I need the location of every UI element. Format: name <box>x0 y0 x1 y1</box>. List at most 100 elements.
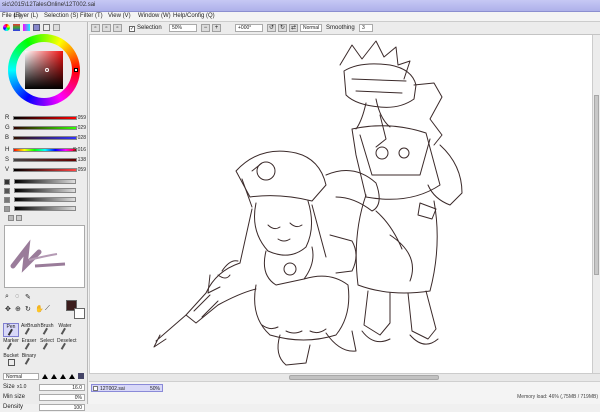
saturation-track[interactable] <box>13 158 77 162</box>
mixer-bar-2[interactable] <box>14 188 76 193</box>
memory-status: Memory load: 46% (,75MB / 719MB) <box>517 394 598 400</box>
open-icon[interactable]: ▫ <box>102 24 111 32</box>
tool-binary[interactable]: Binary <box>21 353 37 368</box>
document-tab-zoom: 50% <box>149 386 160 392</box>
new-icon[interactable]: ▫ <box>91 24 100 32</box>
mixer-swatch-2[interactable] <box>4 188 10 194</box>
move-icon[interactable]: ✥ <box>5 305 11 313</box>
blend-mode-toolbar-select[interactable]: Normal <box>300 24 322 32</box>
brush-shape-hard-icon[interactable] <box>60 374 66 379</box>
hsv-slider-tab-icon[interactable] <box>23 24 30 31</box>
blue-slider[interactable]: B 028 <box>5 135 88 143</box>
select-icon <box>42 342 53 353</box>
vertical-scrollbar[interactable] <box>592 35 600 373</box>
magnifier-icon[interactable]: ⌕ <box>5 293 9 301</box>
tool-eraser[interactable]: Eraser <box>21 338 37 353</box>
mixer-bar-4[interactable] <box>14 206 76 211</box>
hue-track[interactable] <box>13 148 77 152</box>
zoom-out-button[interactable]: − <box>201 24 210 32</box>
size-value[interactable]: 16.0 <box>39 384 85 391</box>
blue-track[interactable] <box>13 136 77 140</box>
left-panel: R 059 G 029 B 028 H S:016 S 138 V 059 ⌕ … <box>0 22 88 411</box>
secondary-color-swatch[interactable] <box>74 308 85 319</box>
min-size-value[interactable]: 0% <box>39 394 85 401</box>
drawing-canvas[interactable] <box>89 35 600 374</box>
rotate-right-button[interactable]: ↻ <box>278 24 287 32</box>
mixer-swatch-4[interactable] <box>4 206 10 212</box>
rgb-slider-tab-icon[interactable] <box>13 24 20 31</box>
scratchpad-tab-icon[interactable] <box>43 24 50 31</box>
zoom-select[interactable]: 50% <box>169 24 197 32</box>
tool-brush[interactable]: Brush <box>39 323 55 338</box>
swatches-tab-icon[interactable] <box>33 24 40 31</box>
red-track[interactable] <box>13 116 77 120</box>
mixer-swatch-6[interactable] <box>16 215 22 221</box>
saturation-slider[interactable]: S 138 <box>5 157 88 165</box>
rotation-field[interactable]: +000° <box>235 24 263 32</box>
density-value[interactable]: 100 <box>39 404 85 411</box>
zoom-icon[interactable]: ⊕ <box>15 305 21 313</box>
zoom-in-button[interactable]: + <box>212 24 221 32</box>
vertical-scroll-thumb[interactable] <box>594 95 599 275</box>
smoothing-label: Smoothing <box>326 25 355 31</box>
mixer-bar-1[interactable] <box>14 179 76 184</box>
deselect-icon <box>60 342 71 353</box>
lasso-icon[interactable]: ◌ <box>15 293 19 300</box>
document-tab[interactable]: 12T002.sai 50% <box>91 384 163 392</box>
value-track[interactable] <box>13 168 77 172</box>
saturation-value-square[interactable] <box>25 51 63 89</box>
horizontal-scroll-thumb[interactable] <box>289 375 439 380</box>
menu-selection[interactable]: Selection (S) <box>44 13 78 19</box>
smoothing-select[interactable]: 3 <box>359 24 373 32</box>
flip-button[interactable]: ⇄ <box>289 24 298 32</box>
eyedropper-icon[interactable]: ⟋ <box>45 305 50 313</box>
mixer-swatch-3[interactable] <box>4 197 10 203</box>
menu-layer[interactable]: Layer (L) <box>14 13 38 19</box>
brush-shape-flat-icon[interactable] <box>69 374 75 379</box>
value-value: 059 <box>77 167 86 173</box>
scratchpad[interactable] <box>4 225 85 288</box>
value-slider[interactable]: V 059 <box>5 167 88 175</box>
mixer-swatch-5[interactable] <box>8 215 14 221</box>
menu-help-config[interactable]: Help/Config (Q) <box>173 13 215 19</box>
selection-checkbox[interactable]: ✓ <box>129 26 135 32</box>
color-wheel-tab-icon[interactable] <box>3 24 10 31</box>
document-tab-name: 12T002.sai <box>100 386 125 392</box>
document-icon <box>93 386 98 391</box>
airbrush-icon <box>24 327 35 338</box>
green-track[interactable] <box>13 126 77 130</box>
color-picker-cursor[interactable] <box>45 68 49 72</box>
tool-water[interactable]: Water <box>57 323 73 338</box>
rotate-left-button[interactable]: ↺ <box>267 24 276 32</box>
mixer-bar-3[interactable] <box>14 197 76 202</box>
mixer-tab-icon[interactable] <box>53 24 60 31</box>
tool-marker[interactable]: Marker <box>3 338 19 353</box>
save-icon[interactable]: ▫ <box>113 24 122 32</box>
horizontal-scrollbar[interactable] <box>89 373 600 381</box>
tool-pen[interactable]: Pen <box>3 323 19 339</box>
brush-shape-soft-icon[interactable] <box>51 374 57 379</box>
menu-view[interactable]: View (V) <box>108 13 131 19</box>
tool-select[interactable]: Select <box>39 338 55 353</box>
selection-toggle[interactable]: ✓ Selection <box>129 25 162 32</box>
brush-shape-round-icon[interactable] <box>42 374 48 379</box>
water-icon <box>60 327 71 338</box>
size-multiplier[interactable]: x1.0 <box>17 384 26 390</box>
green-slider[interactable]: G 029 <box>5 125 88 133</box>
blend-mode-select[interactable]: Normal <box>3 373 39 380</box>
hue-marker[interactable] <box>74 68 78 72</box>
scratchpad-strokes <box>10 239 66 273</box>
red-slider[interactable]: R 059 <box>5 115 88 123</box>
menu-filter[interactable]: Filter (T) <box>80 13 103 19</box>
menu-window[interactable]: Window (W) <box>138 13 171 19</box>
magic-wand-icon[interactable]: ✎ <box>25 293 31 301</box>
tool-airbrush[interactable]: AirBrush <box>21 323 40 338</box>
mixer-swatch-1[interactable] <box>4 179 10 185</box>
tool-deselect[interactable]: Deselect <box>57 338 76 353</box>
tool-bucket[interactable]: Bucket <box>3 353 19 367</box>
density-row: Density 100 <box>3 404 87 412</box>
brush-shape-custom-icon[interactable] <box>78 373 84 379</box>
hand-icon[interactable]: ✋ <box>35 305 44 313</box>
rotate-icon[interactable]: ↻ <box>25 305 31 313</box>
hue-slider[interactable]: H S:016 <box>5 147 88 155</box>
